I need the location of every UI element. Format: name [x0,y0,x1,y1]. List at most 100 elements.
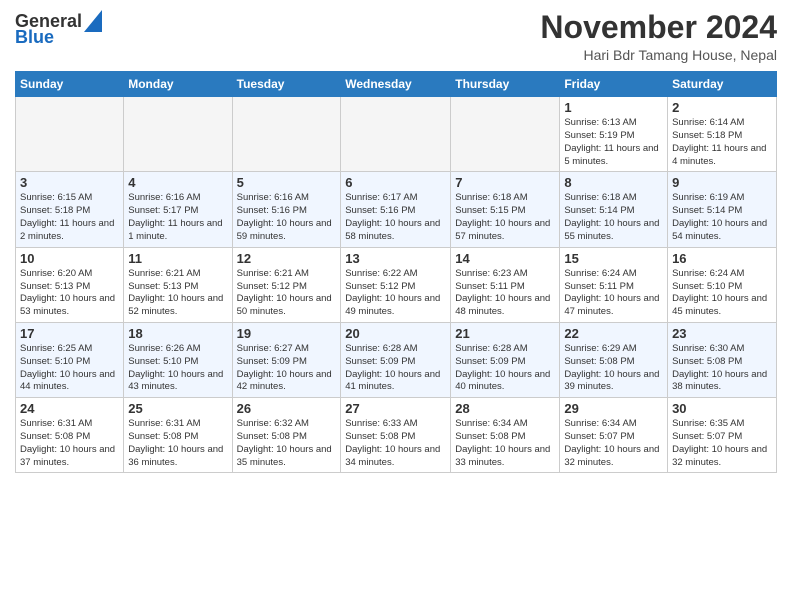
day-number: 19 [237,326,337,341]
day-number: 10 [20,251,119,266]
header: General Blue November 2024 Hari Bdr Tama… [15,10,777,63]
location-subtitle: Hari Bdr Tamang House, Nepal [540,47,777,63]
calendar-cell: 19 Sunrise: 6:27 AMSunset: 5:09 PMDayligh… [232,322,341,397]
calendar-cell: 11 Sunrise: 6:21 AMSunset: 5:13 PMDayligh… [124,247,232,322]
day-number: 9 [672,175,772,190]
calendar-cell: 29 Sunrise: 6:34 AMSunset: 5:07 PMDayligh… [560,398,668,473]
calendar-cell: 30 Sunrise: 6:35 AMSunset: 5:07 PMDayligh… [668,398,777,473]
day-info: Sunrise: 6:14 AMSunset: 5:18 PMDaylight:… [672,117,772,168]
day-info: Sunrise: 6:35 AMSunset: 5:07 PMDaylight:… [672,418,772,469]
day-number: 15 [564,251,663,266]
calendar-cell: 15 Sunrise: 6:24 AMSunset: 5:11 PMDayligh… [560,247,668,322]
day-number: 1 [564,100,663,115]
calendar-cell: 7 Sunrise: 6:18 AMSunset: 5:15 PMDaylight… [451,172,560,247]
logo-triangle-icon [84,10,102,32]
day-info: Sunrise: 6:31 AMSunset: 5:08 PMDaylight:… [128,418,227,469]
calendar-cell [16,97,124,172]
day-number: 23 [672,326,772,341]
day-info: Sunrise: 6:20 AMSunset: 5:13 PMDaylight:… [20,268,119,319]
day-info: Sunrise: 6:22 AMSunset: 5:12 PMDaylight:… [345,268,446,319]
day-number: 22 [564,326,663,341]
day-number: 16 [672,251,772,266]
day-info: Sunrise: 6:21 AMSunset: 5:12 PMDaylight:… [237,268,337,319]
weekday-header-tuesday: Tuesday [232,72,341,97]
calendar-week-row: 17Sunrise: 6:25 AMSunset: 5:10 PMDayligh… [16,322,777,397]
day-number: 28 [455,401,555,416]
month-title: November 2024 [540,10,777,45]
calendar-cell: 27 Sunrise: 6:33 AMSunset: 5:08 PMDayligh… [341,398,451,473]
day-info: Sunrise: 6:16 AMSunset: 5:17 PMDaylight:… [128,192,227,243]
page: General Blue November 2024 Hari Bdr Tama… [0,0,792,483]
day-info: Sunrise: 6:16 AMSunset: 5:16 PMDaylight:… [237,192,337,243]
day-number: 20 [345,326,446,341]
day-info: Sunrise: 6:19 AMSunset: 5:14 PMDaylight:… [672,192,772,243]
day-number: 25 [128,401,227,416]
day-info: Sunrise: 6:17 AMSunset: 5:16 PMDaylight:… [345,192,446,243]
calendar-cell: 8 Sunrise: 6:18 AMSunset: 5:14 PMDaylight… [560,172,668,247]
day-info: Sunrise: 6:24 AMSunset: 5:10 PMDaylight:… [672,268,772,319]
day-info: Sunrise: 6:34 AMSunset: 5:07 PMDaylight:… [564,418,663,469]
day-number: 27 [345,401,446,416]
day-number: 30 [672,401,772,416]
day-number: 13 [345,251,446,266]
day-info: Sunrise: 6:28 AMSunset: 5:09 PMDaylight:… [345,343,446,394]
calendar-header-row: SundayMondayTuesdayWednesdayThursdayFrid… [16,72,777,97]
day-number: 14 [455,251,555,266]
day-info: Sunrise: 6:31 AMSunset: 5:08 PMDaylight:… [20,418,119,469]
day-number: 5 [237,175,337,190]
calendar-cell: 13 Sunrise: 6:22 AMSunset: 5:12 PMDayligh… [341,247,451,322]
calendar-cell: 2Sunrise: 6:14 AMSunset: 5:18 PMDaylight… [668,97,777,172]
calendar-cell: 23 Sunrise: 6:30 AMSunset: 5:08 PMDayligh… [668,322,777,397]
day-number: 11 [128,251,227,266]
calendar-cell: 12 Sunrise: 6:21 AMSunset: 5:12 PMDayligh… [232,247,341,322]
calendar-week-row: 24 Sunrise: 6:31 AMSunset: 5:08 PMDayligh… [16,398,777,473]
day-info: Sunrise: 6:15 AMSunset: 5:18 PMDaylight:… [20,192,119,243]
day-number: 12 [237,251,337,266]
day-info: Sunrise: 6:23 AMSunset: 5:11 PMDaylight:… [455,268,555,319]
calendar-cell: 18 Sunrise: 6:26 AMSunset: 5:10 PMDayligh… [124,322,232,397]
day-info: Sunrise: 6:26 AMSunset: 5:10 PMDaylight:… [128,343,227,394]
day-number: 29 [564,401,663,416]
calendar-cell: 17Sunrise: 6:25 AMSunset: 5:10 PMDayligh… [16,322,124,397]
day-number: 4 [128,175,227,190]
day-info: Sunrise: 6:21 AMSunset: 5:13 PMDaylight:… [128,268,227,319]
day-info: Sunrise: 6:27 AMSunset: 5:09 PMDaylight:… [237,343,337,394]
calendar-cell: 24 Sunrise: 6:31 AMSunset: 5:08 PMDayligh… [16,398,124,473]
weekday-header-thursday: Thursday [451,72,560,97]
weekday-header-monday: Monday [124,72,232,97]
weekday-header-friday: Friday [560,72,668,97]
day-number: 8 [564,175,663,190]
day-info: Sunrise: 6:18 AMSunset: 5:14 PMDaylight:… [564,192,663,243]
calendar-cell: 21Sunrise: 6:28 AMSunset: 5:09 PMDayligh… [451,322,560,397]
calendar-cell: 22 Sunrise: 6:29 AMSunset: 5:08 PMDayligh… [560,322,668,397]
day-info: Sunrise: 6:29 AMSunset: 5:08 PMDaylight:… [564,343,663,394]
calendar-cell: 9 Sunrise: 6:19 AMSunset: 5:14 PMDaylight… [668,172,777,247]
calendar-cell: 3Sunrise: 6:15 AMSunset: 5:18 PMDaylight… [16,172,124,247]
day-number: 21 [455,326,555,341]
calendar-cell: 14 Sunrise: 6:23 AMSunset: 5:11 PMDayligh… [451,247,560,322]
calendar-cell: 26Sunrise: 6:32 AMSunset: 5:08 PMDayligh… [232,398,341,473]
weekday-header-saturday: Saturday [668,72,777,97]
calendar-cell: 10 Sunrise: 6:20 AMSunset: 5:13 PMDayligh… [16,247,124,322]
calendar-cell: 16 Sunrise: 6:24 AMSunset: 5:10 PMDayligh… [668,247,777,322]
weekday-header-sunday: Sunday [16,72,124,97]
calendar-cell: 28Sunrise: 6:34 AMSunset: 5:08 PMDayligh… [451,398,560,473]
day-info: Sunrise: 6:13 AMSunset: 5:19 PMDaylight:… [564,117,663,168]
calendar-cell [451,97,560,172]
calendar-cell: 20 Sunrise: 6:28 AMSunset: 5:09 PMDayligh… [341,322,451,397]
day-number: 7 [455,175,555,190]
calendar-cell [341,97,451,172]
day-number: 24 [20,401,119,416]
calendar-week-row: 3Sunrise: 6:15 AMSunset: 5:18 PMDaylight… [16,172,777,247]
calendar-cell: 5 Sunrise: 6:16 AMSunset: 5:16 PMDaylight… [232,172,341,247]
day-info: Sunrise: 6:33 AMSunset: 5:08 PMDaylight:… [345,418,446,469]
calendar-cell [124,97,232,172]
weekday-header-wednesday: Wednesday [341,72,451,97]
day-info: Sunrise: 6:18 AMSunset: 5:15 PMDaylight:… [455,192,555,243]
day-number: 18 [128,326,227,341]
day-info: Sunrise: 6:24 AMSunset: 5:11 PMDaylight:… [564,268,663,319]
calendar-table: SundayMondayTuesdayWednesdayThursdayFrid… [15,71,777,473]
calendar-week-row: 1 Sunrise: 6:13 AMSunset: 5:19 PMDaylight… [16,97,777,172]
calendar-week-row: 10 Sunrise: 6:20 AMSunset: 5:13 PMDayligh… [16,247,777,322]
day-info: Sunrise: 6:30 AMSunset: 5:08 PMDaylight:… [672,343,772,394]
